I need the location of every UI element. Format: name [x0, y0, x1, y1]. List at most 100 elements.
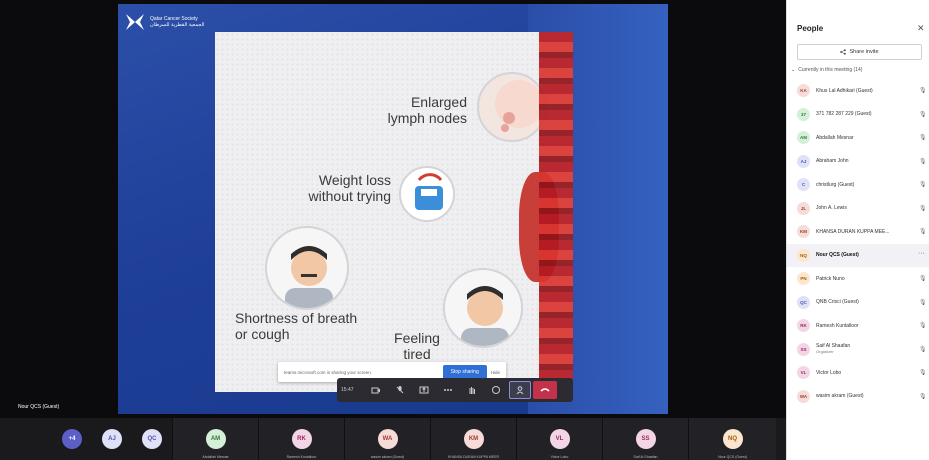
participant-tile[interactable]: QC [132, 418, 172, 460]
participant-name: Victor Lobo [550, 455, 569, 459]
avatar: AJ [797, 154, 810, 168]
blood-vessel-decoration [539, 32, 573, 392]
share-invite-button[interactable]: Share invite [797, 44, 922, 60]
avatar: +4 [62, 429, 82, 449]
share-tray-button[interactable] [413, 381, 435, 399]
participant-strip: +4 AJ QC AM Abdallah Mesnar RK Ramesh Ku… [0, 418, 786, 460]
participant-tile[interactable]: RK Ramesh Kuntalloor [258, 418, 344, 460]
participant-name: KHANSA DURAN KUPPA MEER [447, 455, 500, 459]
mic-button[interactable] [389, 381, 411, 399]
more-options-icon[interactable]: ··· [918, 250, 925, 257]
leave-call-button[interactable] [533, 381, 557, 399]
camera-icon [371, 387, 380, 394]
participant-name: Nour QCS (Guest) [816, 252, 859, 259]
banner-text: teams.microsoft.com is sharing your scre… [284, 369, 373, 375]
participant-tile[interactable]: AJ [92, 418, 132, 460]
camera-button[interactable] [365, 381, 387, 399]
participant-tile[interactable]: +4 [52, 418, 92, 460]
logo-line-2: الجمعية القطرية للسرطان [150, 22, 205, 28]
participant-tile[interactable]: NQ Nour QCS (Guest) [688, 418, 776, 460]
lymph-nodes-label: Enlarged lymph nodes [387, 94, 467, 126]
hide-button[interactable]: Hide [491, 370, 500, 375]
close-icon[interactable]: ✕ [917, 23, 925, 34]
participant-name: Abdallah Mesnar [816, 134, 854, 141]
participant-row[interactable]: KA Khus Lal Adhikari (Guest) 🎙︎ [787, 79, 929, 103]
avatar: SS [797, 342, 810, 356]
microphone-muted-icon: 🎙︎ [919, 135, 927, 141]
participant-name: Victor Lobo [816, 369, 842, 376]
panel-title: People [797, 24, 824, 33]
participant-row[interactable]: NQ Nour QCS (Guest) ··· [787, 243, 929, 267]
microphone-muted-icon: 🎙︎ [919, 346, 927, 353]
participant-tile[interactable]: VL Victor Lobo [516, 418, 602, 460]
people-icon [516, 386, 524, 395]
participant-name: Abdallah Mesnar [202, 455, 229, 459]
lymph-nodes-illustration [477, 72, 547, 142]
participant-name: Khus Lal Adhikari (Guest) [816, 87, 873, 94]
participant-name: wasim akram (Guest) [816, 393, 864, 400]
participant-name: QNB Crisci (Guest) [816, 299, 859, 306]
chat-button[interactable] [485, 381, 507, 399]
participant-row[interactable]: JL John A. Lewis 🎙︎ [787, 197, 929, 221]
meeting-timer: 15:47 [341, 387, 354, 393]
more-actions-button[interactable] [437, 381, 459, 399]
microphone-off-icon [396, 386, 404, 394]
microphone-muted-icon: 🎙︎ [919, 88, 927, 94]
meeting-stage: Qatar Cancer Society الجمعية القطرية للس… [0, 0, 786, 418]
participant-name: John A. Lewis [816, 205, 847, 212]
avatar: AM [205, 429, 226, 449]
coughing-man-illustration [265, 226, 349, 310]
microphone-muted-icon: 🎙︎ [919, 229, 927, 235]
avatar: VL [549, 429, 570, 449]
participant-row[interactable]: SS Saif Al Shaafan Organizer 🎙︎ [787, 338, 929, 362]
participant-row[interactable]: WA wasim akram (Guest) 🎙︎ [787, 385, 929, 409]
participant-tile[interactable]: KM KHANSA DURAN KUPPA MEER [430, 418, 516, 460]
avatar: QC [797, 295, 810, 309]
avatar: C [797, 178, 810, 192]
participant-row[interactable]: VL Victor Lobo 🎙︎ [787, 361, 929, 385]
participant-tile[interactable]: WA wasim akram (Guest) [344, 418, 430, 460]
participant-tile[interactable]: SS Saif Al Shaafan [602, 418, 688, 460]
participant-row[interactable]: QC QNB Crisci (Guest) 🎙︎ [787, 291, 929, 315]
meeting-section-header[interactable]: ⌄ Currently in this meeting (14) [791, 67, 862, 73]
participant-row[interactable]: KM KHANSA DURAN KUPPA MEE... 🎙︎ [787, 220, 929, 244]
raise-hand-button[interactable] [461, 381, 483, 399]
share-invite-label: Share invite [849, 49, 879, 55]
participant-name: Ramesh Kuntalloor [816, 322, 859, 329]
self-video-label: Nour QCS (Guest) [18, 404, 60, 410]
microphone-muted-icon: 🎙︎ [919, 276, 927, 282]
avatar: WA [797, 389, 810, 403]
avatar: RK [291, 429, 312, 449]
tired-man-illustration [443, 268, 523, 348]
participant-row[interactable]: RK Ramesh Kuntalloor 🎙︎ [787, 314, 929, 338]
qcs-logo: Qatar Cancer Society الجمعية القطرية للس… [124, 12, 204, 32]
hand-icon [469, 387, 475, 394]
participant-name: 371 782 287 229 (Guest) [816, 111, 872, 118]
participant-name: Saif Al Shaafan [633, 455, 658, 459]
participant-name: Nour QCS (Guest) [718, 455, 747, 459]
participant-name: Patrick Nuno [816, 275, 845, 282]
shortness-label: Shortness of breath or cough [235, 310, 358, 342]
avatar: AJ [102, 429, 122, 449]
stop-sharing-button[interactable]: Stop sharing [442, 365, 487, 379]
microphone-muted-icon: 🎙︎ [919, 158, 927, 165]
avatar: AM [797, 131, 810, 145]
microphone-muted-icon: 🎙︎ [919, 205, 927, 212]
participant-row[interactable]: AM Abdallah Mesnar 🎙︎ [787, 126, 929, 150]
butterfly-icon [126, 14, 144, 30]
scale-illustration [399, 166, 455, 222]
participant-name: christlurg (Guest) [816, 181, 855, 188]
avatar: VL [797, 366, 810, 380]
participant-row[interactable]: PN Patrick Nuno 🎙︎ [787, 267, 929, 291]
meeting-toolbar: 15:47 [337, 378, 573, 402]
participant-row[interactable]: Cchristlurg (Guest) 🎙︎ [787, 173, 929, 197]
participant-row[interactable]: AJ Abraham John 🎙︎ [787, 150, 929, 174]
microphone-muted-icon: 🎙︎ [919, 299, 927, 306]
microphone-muted-icon: 🎙︎ [919, 111, 927, 118]
avatar: KM [797, 225, 810, 239]
participant-row[interactable]: 37 371 782 287 229 (Guest) 🎙︎ [787, 103, 929, 127]
avatar: QC [142, 429, 162, 449]
participants-button[interactable] [509, 381, 531, 399]
share-screen-icon [419, 386, 429, 394]
participant-tile[interactable]: AM Abdallah Mesnar [172, 418, 258, 460]
